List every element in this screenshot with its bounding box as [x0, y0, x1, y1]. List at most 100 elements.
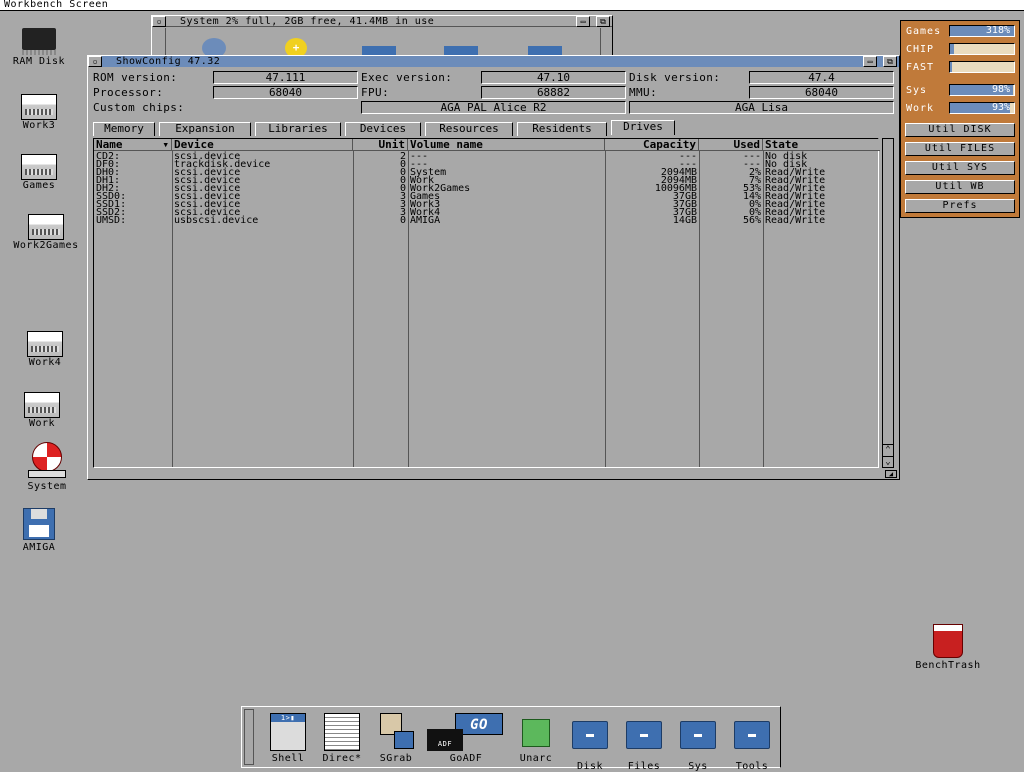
- app-dock[interactable]: 1>▮ Shell Direc* SGrab GO ADF GoADF Unar…: [241, 706, 781, 772]
- shell-icon: 1>▮: [270, 713, 306, 751]
- showconfig-titlebar[interactable]: ▫ ShowConfig 47.32 ▭ ⧉: [88, 56, 899, 67]
- usage-bar-text: 98%: [991, 84, 1010, 95]
- screen-title-bar[interactable]: Workbench Screen: [0, 0, 1024, 11]
- exec-version-value: 47.10: [481, 71, 626, 84]
- tab-drives[interactable]: Drives: [611, 120, 675, 135]
- column-header-volume-name[interactable]: Volume name: [408, 139, 605, 151]
- showconfig-window[interactable]: ▫ ShowConfig 47.32 ▭ ⧉ ROM version: 47.1…: [87, 55, 900, 480]
- zoom-gadget-icon[interactable]: ▭: [576, 16, 590, 27]
- exec-version-label: Exec version:: [361, 71, 453, 84]
- desktop-icon-work2games[interactable]: Work2Games: [1, 214, 91, 251]
- desktop-icon-work3[interactable]: Work3: [0, 94, 84, 131]
- dock-item-sys[interactable]: Sys: [672, 713, 724, 772]
- desktop-icon-work[interactable]: Work: [0, 392, 87, 429]
- custom-chips-agnus-denise: AGA PAL Alice R2: [361, 101, 626, 114]
- desktop-icon-work4[interactable]: Work4: [0, 331, 90, 368]
- tab-memory[interactable]: Memory: [93, 122, 155, 136]
- usage-bar-fill: [950, 62, 952, 72]
- desktop-icon-games[interactable]: Games: [0, 154, 84, 191]
- column-header-device[interactable]: Device: [172, 139, 353, 151]
- processor-value: 68040: [213, 86, 358, 99]
- drives-list[interactable]: Name ▾ Device Unit Volume name Capacity U…: [93, 138, 880, 468]
- dock-item-sgrab[interactable]: SGrab: [370, 713, 422, 764]
- desktop-icon-label: Work3: [22, 120, 56, 131]
- trash-icon: [933, 624, 963, 658]
- column-header-used[interactable]: Used: [699, 139, 763, 151]
- bar-label-chip: CHIP: [906, 44, 935, 55]
- boing-ball-icon: [32, 442, 62, 472]
- scroll-down-arrow-icon[interactable]: ⌄: [883, 456, 893, 467]
- system-window-scrollbar-right[interactable]: [600, 28, 610, 56]
- fpu-value: 68882: [481, 86, 626, 99]
- dock-item-unarc[interactable]: Unarc: [510, 713, 562, 764]
- desktop-icon-label: Work4: [28, 357, 62, 368]
- depth-gadget-icon[interactable]: ⧉: [596, 16, 610, 27]
- size-gadget-icon[interactable]: ◢: [885, 470, 897, 478]
- scroll-up-arrow-icon[interactable]: ⌃: [883, 444, 893, 455]
- desktop-icon-label: BenchTrash: [915, 660, 981, 671]
- usage-bar-text: 318%: [985, 25, 1010, 36]
- desktop-icon-benchtrash[interactable]: BenchTrash: [903, 624, 993, 671]
- memory-panel[interactable]: Games 318% CHIP FAST Sys 98% Work 93% Util DISK…: [900, 20, 1020, 218]
- bar-label-games: Games: [906, 26, 942, 37]
- dock-item-shell[interactable]: 1>▮ Shell: [262, 713, 314, 764]
- tab-resources[interactable]: Resources: [425, 122, 513, 136]
- system-window[interactable]: ▫ System 2% full, 2GB free, 41.4MB in us…: [151, 15, 613, 58]
- dock-item-disk[interactable]: Disk: [564, 713, 616, 772]
- dock-handle[interactable]: [244, 709, 254, 765]
- usage-bar-fast: [949, 61, 1015, 73]
- screengrab-icon: [378, 713, 414, 751]
- table-cell: 0: [399, 175, 406, 186]
- showconfig-title: ShowConfig 47.32: [116, 56, 221, 67]
- column-header-state[interactable]: State: [763, 139, 880, 151]
- desktop-icon-label: Work: [28, 418, 56, 429]
- usage-bar-work: 93%: [949, 102, 1015, 114]
- table-cell: usbscsi.device: [174, 215, 259, 226]
- system-window-titlebar[interactable]: ▫ System 2% full, 2GB free, 41.4MB in us…: [152, 16, 612, 27]
- dock-item-directory[interactable]: Direc*: [316, 713, 368, 764]
- ram-chip-icon: [22, 28, 56, 55]
- screen-title: Workbench Screen: [4, 0, 109, 10]
- system-window-scrollbar[interactable]: [152, 28, 166, 56]
- close-gadget-icon[interactable]: ▫: [152, 16, 166, 27]
- custom-chips-lisa: AGA Lisa: [629, 101, 894, 114]
- column-header-capacity[interactable]: Capacity: [605, 139, 699, 151]
- tab-expansion[interactable]: Expansion: [159, 122, 251, 136]
- desktop-icon-ram-disk[interactable]: RAM Disk: [0, 28, 84, 67]
- prefs-button[interactable]: Prefs: [905, 199, 1015, 213]
- harddrive-icon: [21, 154, 57, 180]
- mmu-label: MMU:: [629, 86, 658, 99]
- util-disk-button[interactable]: Util DISK: [905, 123, 1015, 137]
- zoom-gadget-icon[interactable]: ▭: [863, 56, 877, 67]
- goadf-icon: GO ADF: [427, 713, 505, 751]
- tab-libraries[interactable]: Libraries: [255, 122, 341, 136]
- table-cell: Read/Write: [765, 215, 826, 226]
- table-row[interactable]: UMSD: usbscsi.device 0 AMIGA 14GB 56% Read/Wri…: [94, 215, 878, 226]
- dock-item-files[interactable]: Files: [618, 713, 670, 772]
- sort-arrow-icon: ▾: [162, 138, 169, 151]
- drawer-icon: [680, 721, 716, 749]
- dock-item-tools[interactable]: Tools: [726, 713, 778, 772]
- bar-label-work: Work: [906, 103, 935, 114]
- table-cell: 3: [399, 199, 406, 210]
- util-sys-button[interactable]: Util SYS: [905, 161, 1015, 175]
- util-files-button[interactable]: Util FILES: [905, 142, 1015, 156]
- drives-list-scrollbar[interactable]: ⌃ ⌄: [882, 138, 894, 468]
- drawer-icon: [572, 721, 608, 749]
- tab-devices[interactable]: Devices: [345, 122, 421, 136]
- close-gadget-icon[interactable]: ▫: [88, 56, 102, 67]
- depth-gadget-icon[interactable]: ⧉: [883, 56, 897, 67]
- column-header-name[interactable]: Name ▾: [94, 139, 172, 151]
- util-wb-button[interactable]: Util WB: [905, 180, 1015, 194]
- column-header-unit[interactable]: Unit: [353, 139, 408, 151]
- desktop-icon-label: Work2Games: [13, 240, 79, 251]
- table-cell: 0: [399, 167, 406, 178]
- tab-residents[interactable]: Residents: [517, 122, 607, 136]
- usage-bar-text: 93%: [991, 102, 1010, 113]
- dock-item-goadf[interactable]: GO ADF GoADF: [426, 713, 506, 764]
- table-cell: 14GB: [672, 215, 697, 226]
- drawer-icon: [734, 721, 770, 749]
- fpu-label: FPU:: [361, 86, 390, 99]
- desktop-icon-system[interactable]: System: [2, 442, 92, 492]
- desktop-icon-amiga[interactable]: AMIGA: [0, 508, 84, 553]
